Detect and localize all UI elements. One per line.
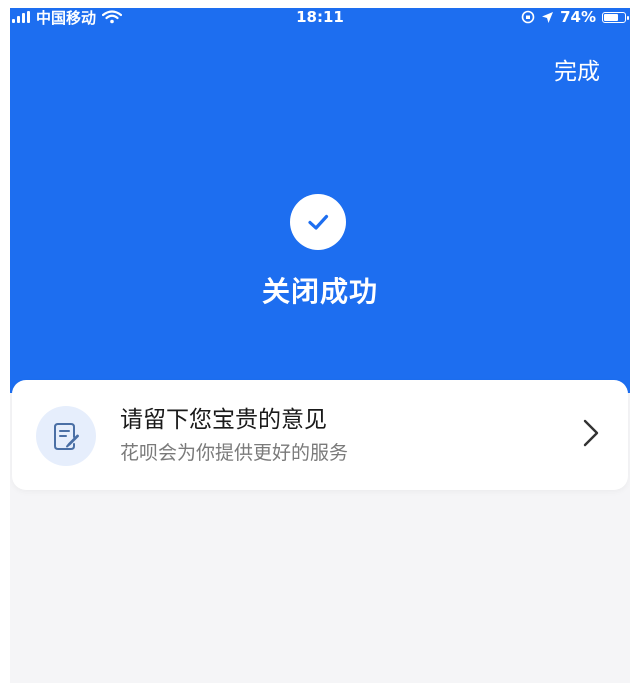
chevron-right-icon [583, 419, 599, 447]
feedback-title: 请留下您宝贵的意见 [120, 407, 327, 433]
success-badge [290, 194, 346, 250]
app-screen: 中国移动 18:11 74% 完成 关闭成功 请留下您宝贵的意见 花呗会为你提供… [10, 8, 630, 683]
feedback-card[interactable]: 请留下您宝贵的意见 花呗会为你提供更好的服务 [12, 380, 628, 490]
battery-icon [602, 11, 629, 23]
feedback-subtitle: 花呗会为你提供更好的服务 [120, 442, 349, 464]
success-header: 中国移动 18:11 74% 完成 关闭成功 [10, 8, 630, 393]
status-right: 74% [521, 8, 629, 26]
success-title: 关闭成功 [261, 275, 378, 308]
document-edit-icon [54, 423, 79, 450]
check-icon [308, 214, 329, 230]
battery-fill [604, 13, 619, 21]
done-button[interactable]: 完成 [554, 52, 600, 86]
location-icon [542, 11, 554, 23]
feedback-icon-badge [36, 406, 96, 466]
orientation-lock-icon [521, 10, 535, 24]
battery-percent: 74% [560, 8, 596, 26]
status-bar: 中国移动 18:11 74% [10, 8, 630, 30]
